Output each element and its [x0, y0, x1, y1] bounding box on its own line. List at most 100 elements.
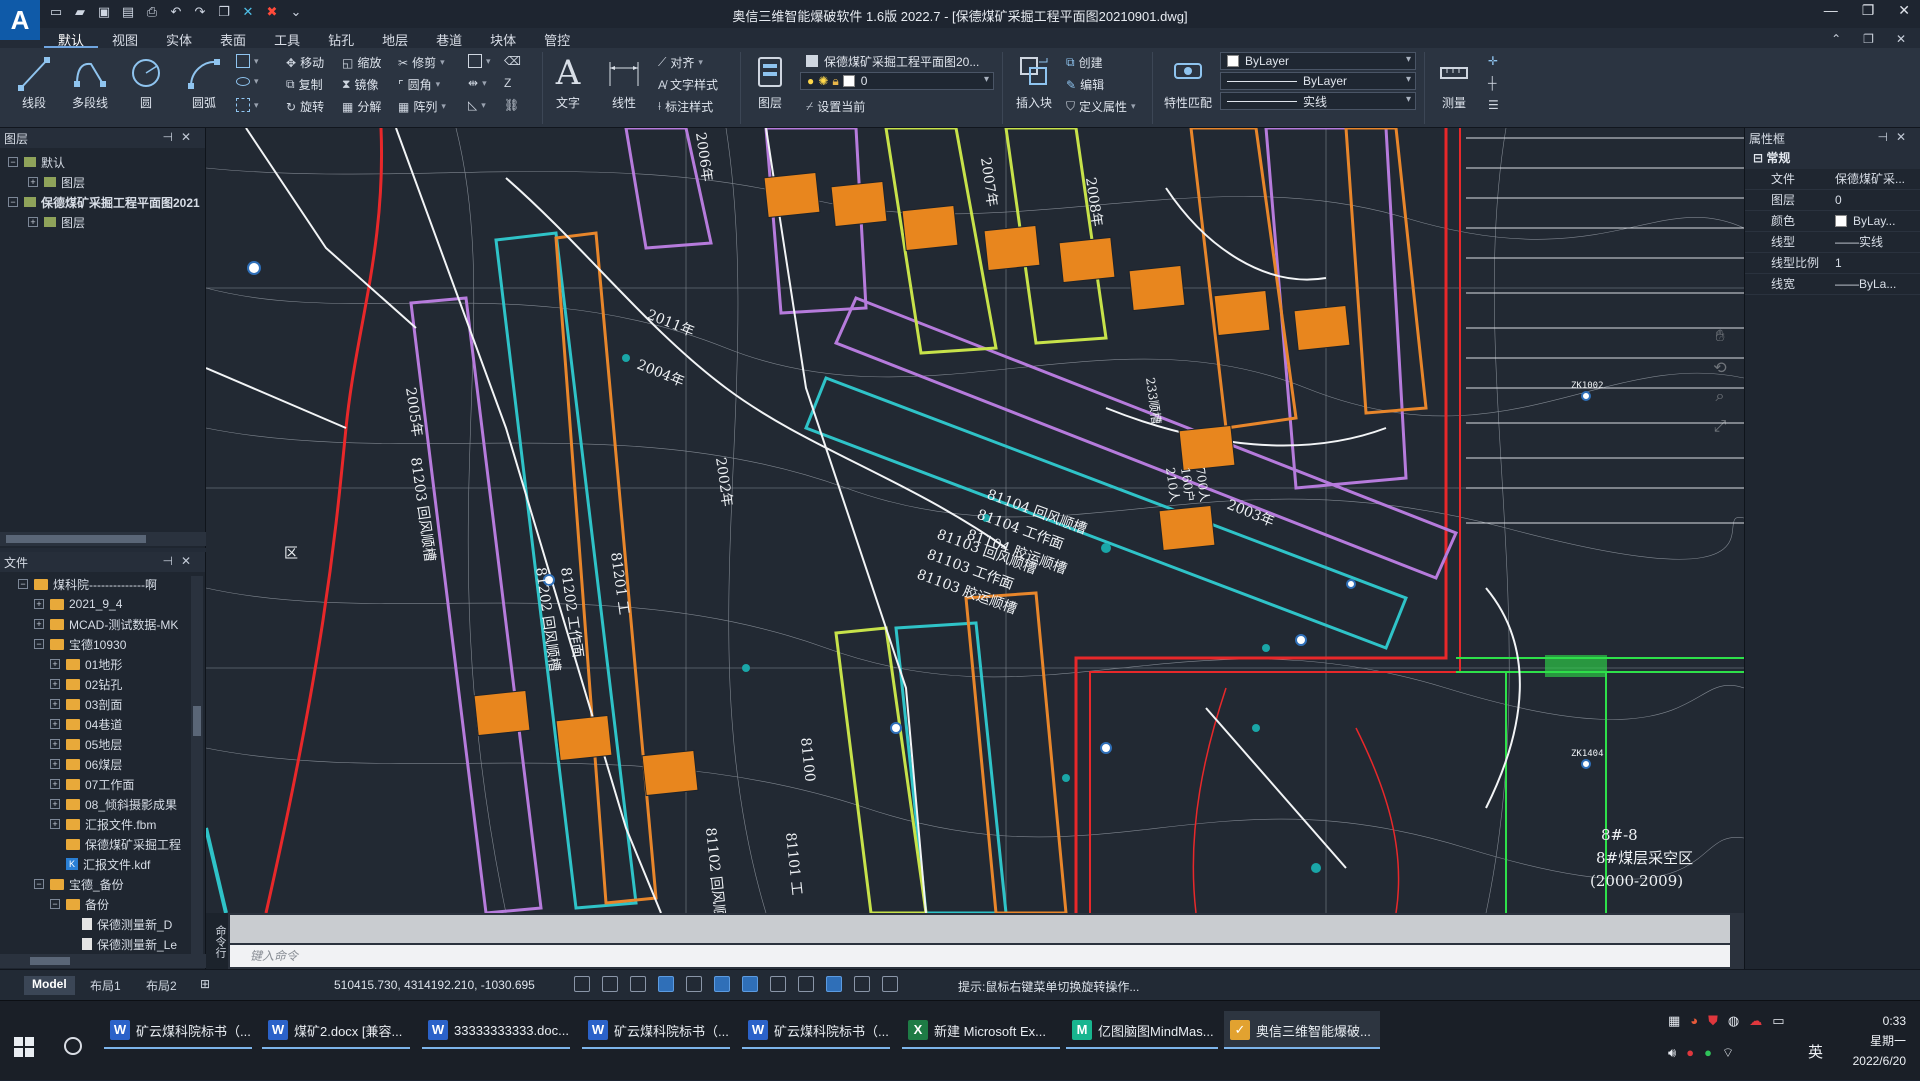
taskbar-app[interactable]: W 33333333333.doc... — [422, 1011, 570, 1049]
expand-icon[interactable]: − — [34, 639, 44, 649]
tab-default[interactable]: 默认 — [44, 28, 99, 48]
taskbar-app[interactable]: W 煤矿2.docx [兼容... — [262, 1011, 410, 1049]
command-input[interactable]: 键入命令 — [230, 945, 1730, 967]
erase-tool[interactable]: ⌫ — [504, 54, 521, 68]
rotate-toggle-icon[interactable] — [686, 976, 702, 992]
chamfer-tool[interactable]: ◺ ▾ — [468, 98, 486, 112]
expand-icon[interactable]: + — [50, 719, 60, 729]
property-row[interactable]: 图层 0 — [1745, 190, 1920, 211]
tab-strata[interactable]: 地层 — [368, 28, 422, 48]
files-v-scrollbar[interactable] — [191, 576, 203, 956]
expand-icon[interactable]: + — [50, 799, 60, 809]
property-row[interactable]: 线型 ——实线 — [1745, 232, 1920, 253]
expand-icon[interactable]: − — [50, 899, 60, 909]
lineweight-toggle-icon[interactable] — [714, 976, 730, 992]
crosshair-tool[interactable]: ┼ — [1488, 76, 1497, 90]
list-tool[interactable]: ☰ — [1488, 98, 1499, 112]
security-icon[interactable]: ⛊ — [1708, 1013, 1718, 1029]
layers-h-scrollbar[interactable] — [0, 532, 206, 546]
expand-icon[interactable]: + — [50, 659, 60, 669]
taskbar-app[interactable]: W 矿云煤科院标书（... — [742, 1011, 890, 1049]
tree-item[interactable]: + 图层 — [8, 172, 205, 192]
selection-toggle-icon[interactable] — [742, 976, 758, 992]
layer-button[interactable]: 图层 — [742, 52, 798, 124]
lineweight-dropdown[interactable]: 实线 ▾ — [1220, 92, 1416, 110]
current-layer-dropdown[interactable]: ● ✺ 🔒︎ 0 ▾ — [800, 72, 994, 90]
tree-item[interactable]: + 汇报文件.fbm — [18, 814, 205, 834]
add-layout-icon[interactable]: ⊞ — [192, 976, 218, 995]
ime-indicator[interactable]: 英 — [1808, 1041, 1823, 1062]
taskbar-app[interactable]: X 新建 Microsoft Ex... — [902, 1011, 1060, 1049]
property-group-general[interactable]: ⊟ 常规 — [1745, 148, 1920, 169]
measure-button[interactable]: 测量 — [1426, 52, 1482, 124]
expand-icon[interactable]: − — [18, 579, 28, 589]
scrollbar-thumb[interactable] — [30, 957, 70, 965]
tree-item[interactable]: − 宝德_备份 — [18, 874, 205, 894]
tab-control[interactable]: 管控 — [530, 28, 584, 48]
define-attr-button[interactable]: ⛉ 定义属性 ▾ — [1066, 98, 1136, 115]
tree-item[interactable]: +02钻孔 — [18, 674, 205, 694]
wechat-work-icon[interactable]: ◍ — [1728, 1013, 1739, 1029]
join-tool[interactable]: ⛓ — [504, 98, 519, 112]
cloud-icon[interactable]: ☁︎ — [1749, 1013, 1762, 1029]
windows-start-icon[interactable] — [14, 1037, 34, 1057]
property-row[interactable]: 颜色 ByLay... — [1745, 211, 1920, 232]
panel-pin-close-icon[interactable]: ⊣✕ — [1877, 130, 1914, 144]
taskbar-app[interactable]: W 矿云煤科院标书（... — [582, 1011, 730, 1049]
text-style-button[interactable]: A̸ 文字样式 — [658, 76, 718, 93]
tree-item[interactable]: +01地形 — [18, 654, 205, 674]
tree-item[interactable]: − 备份 — [18, 894, 205, 914]
tab-surface[interactable]: 表面 — [206, 28, 260, 48]
expand-icon[interactable]: + — [50, 819, 60, 829]
tab-layout2[interactable]: 布局2 — [138, 976, 185, 995]
restore-icon[interactable]: ❐ — [1862, 2, 1875, 19]
drawing-canvas[interactable]: 81104 回风顺槽 81104 工作面 81104 胶运顺槽 81103 回风… — [206, 128, 1744, 913]
taskbar-app[interactable]: M 亿图脑图MindMas... — [1066, 1011, 1218, 1049]
scrollbar-thumb[interactable] — [6, 535, 146, 543]
expand-icon[interactable]: − — [34, 879, 44, 889]
expand-icon[interactable]: + — [28, 217, 38, 227]
expand-icon[interactable]: + — [50, 699, 60, 709]
taskbar-app-active[interactable]: ✓ 奥信三维智能爆破... — [1224, 1011, 1380, 1049]
align-button[interactable]: ⟋ 对齐 ▾ — [658, 54, 703, 71]
zoom-icon[interactable]: ⌕ — [1706, 388, 1734, 418]
grid-toggle-icon[interactable] — [574, 976, 590, 992]
tree-item[interactable]: +07工作面 — [18, 774, 205, 794]
property-value-color[interactable]: ByLay... — [1835, 211, 1920, 231]
edit-block-button[interactable]: ✎ 编辑 — [1066, 76, 1104, 93]
tree-item[interactable]: +2021_9_4 — [18, 594, 205, 614]
annotation-toggle-icon[interactable] — [770, 976, 786, 992]
zoom-extents-icon[interactable]: ⤢ — [1706, 418, 1734, 448]
tree-item[interactable]: 保德测量新_D — [18, 914, 205, 934]
ortho-toggle-icon[interactable] — [602, 976, 618, 992]
trim-button[interactable]: ✂ 修剪 ▾ — [398, 54, 445, 71]
linear-dim-button[interactable]: 线性 — [596, 52, 652, 124]
color-dropdown[interactable]: ByLayer ▾ — [1220, 52, 1416, 70]
scrollbar-thumb[interactable] — [193, 706, 201, 736]
fullscreen-icon[interactable] — [882, 976, 898, 992]
expand-icon[interactable]: + — [50, 739, 60, 749]
arc-button[interactable]: 圆弧 — [176, 52, 232, 124]
tree-item[interactable]: +03剖面 — [18, 694, 205, 714]
tree-item[interactable]: +08_倾斜摄影成果 — [18, 794, 205, 814]
wifi-icon[interactable]: ⌔ — [1722, 1045, 1734, 1061]
property-value[interactable]: 0 — [1835, 190, 1920, 210]
taskbar-app[interactable]: W 矿云煤科院标书（... — [104, 1011, 252, 1049]
minimize-icon[interactable]: — — [1824, 2, 1838, 19]
tab-block[interactable]: 块体 — [476, 28, 530, 48]
linetype-dropdown[interactable]: ByLayer ▾ — [1220, 72, 1416, 90]
tab-layout1[interactable]: 布局1 — [82, 976, 129, 995]
expand-icon[interactable]: + — [50, 759, 60, 769]
property-row[interactable]: 线型比例 1 — [1745, 253, 1920, 274]
close-icon[interactable]: ✕ — [1898, 2, 1910, 19]
break-tool[interactable]: Z — [504, 76, 511, 90]
create-block-button[interactable]: ⧉ 创建 — [1066, 54, 1103, 71]
tree-item[interactable]: 保德测量新_Le — [18, 934, 205, 954]
doc-up-icon[interactable]: ⌃ — [1831, 32, 1841, 46]
expand-icon[interactable]: + — [50, 679, 60, 689]
hatch-tool[interactable]: ▾ — [236, 98, 259, 112]
property-value[interactable]: 保德煤矿采... — [1835, 169, 1920, 189]
set-current-button[interactable]: ⌿ 设置当前 — [806, 98, 865, 115]
property-value[interactable]: ——ByLa... — [1835, 274, 1920, 294]
snap-toggle-icon[interactable] — [630, 976, 646, 992]
